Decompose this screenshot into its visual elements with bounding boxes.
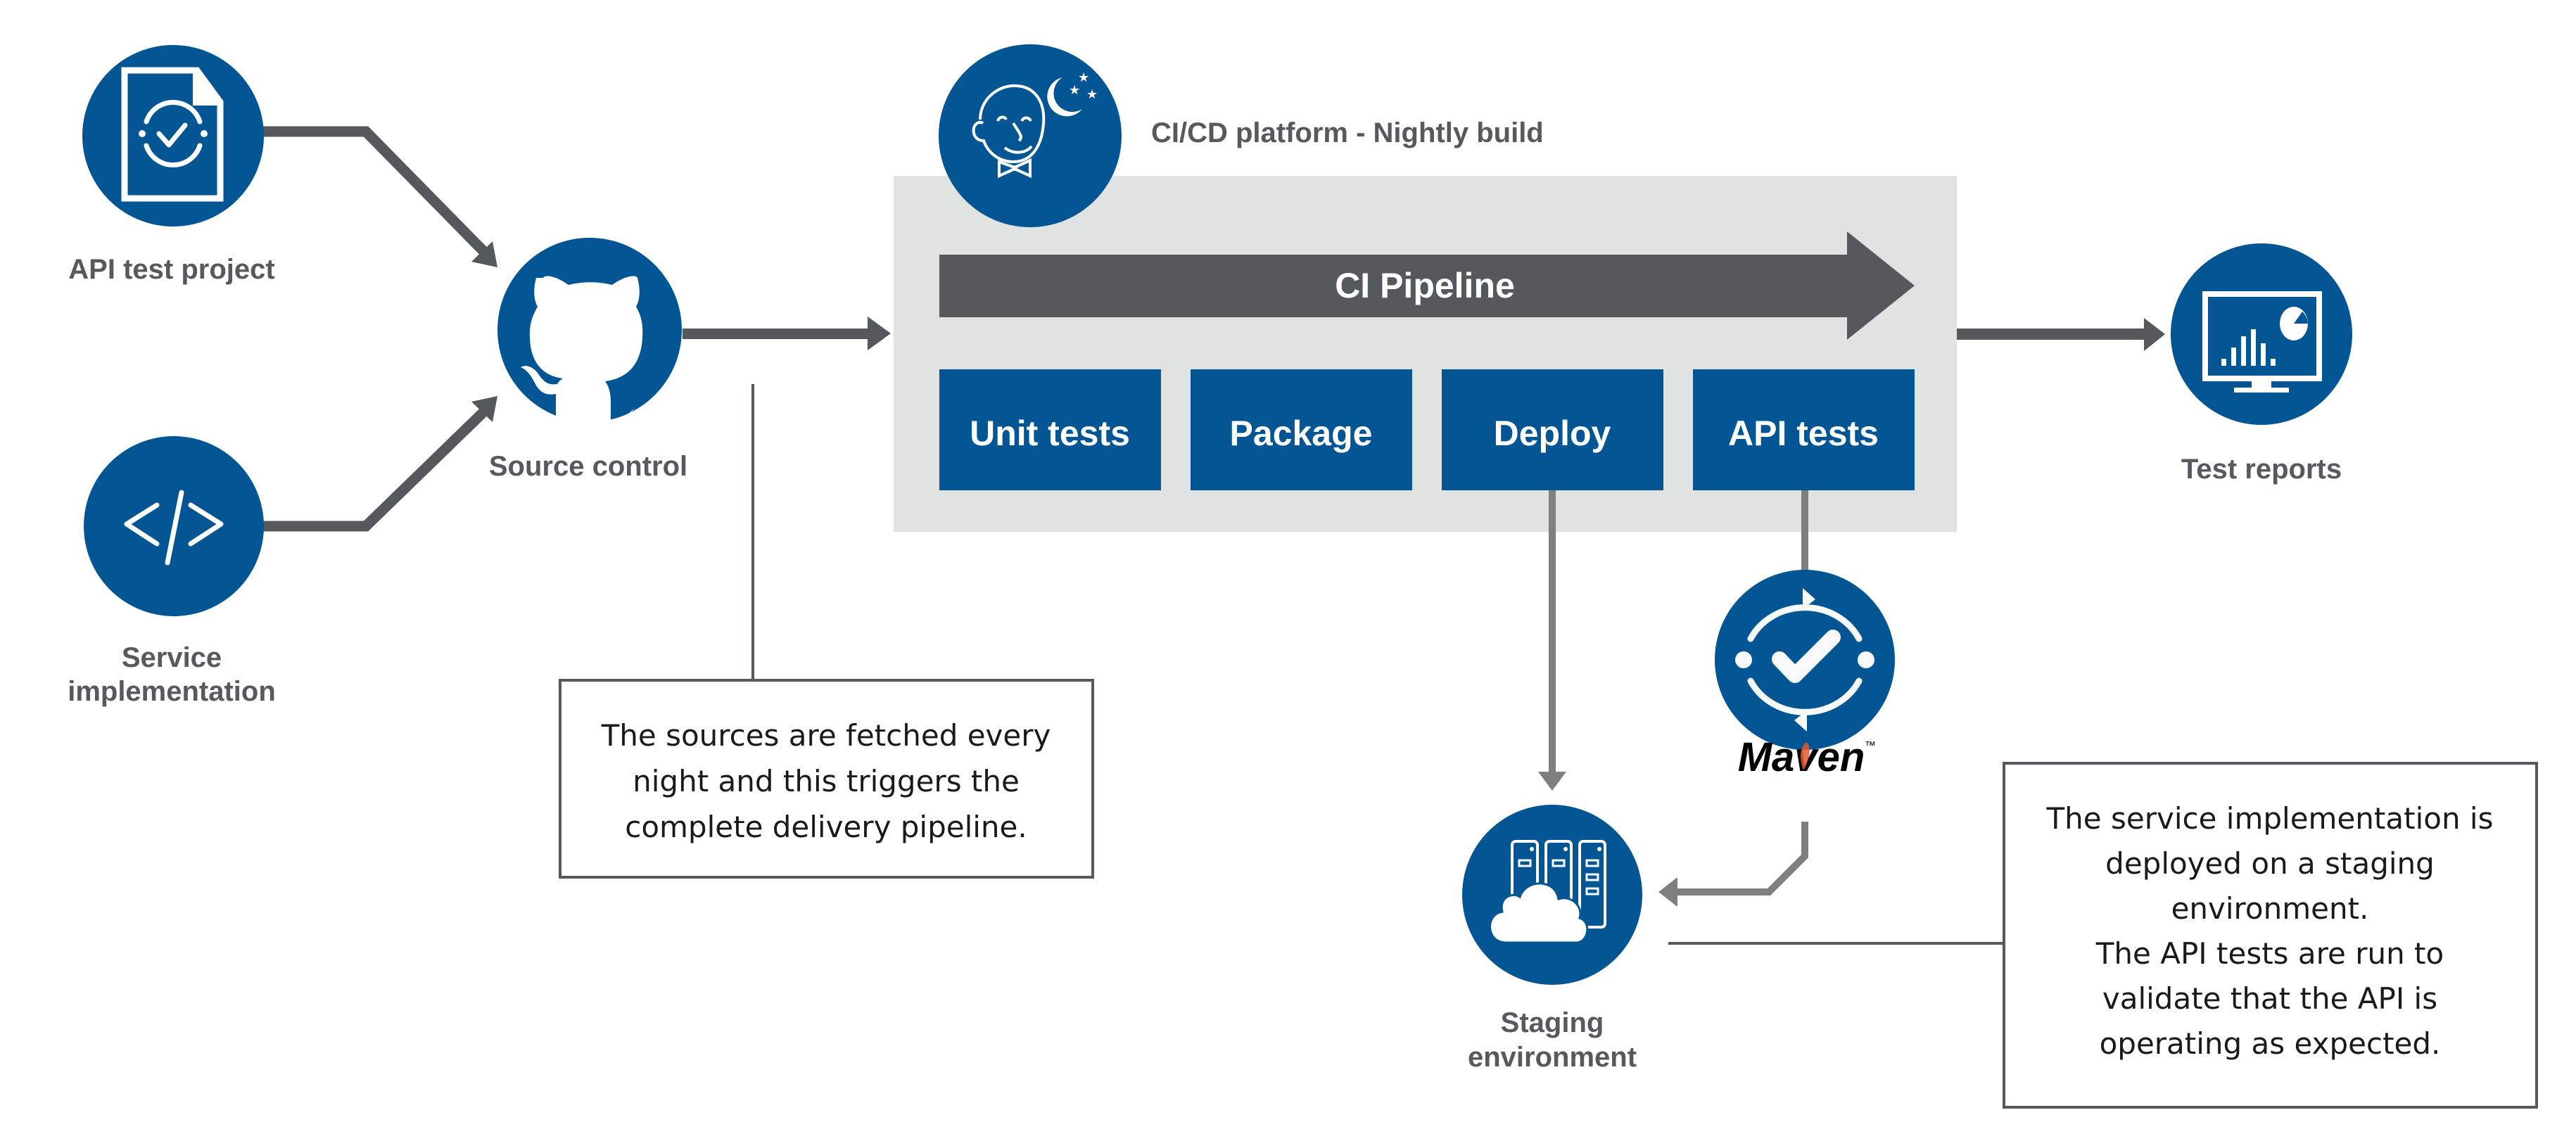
svg-text:★: ★ [1069,83,1080,98]
stage-label: Deploy [1494,414,1611,453]
node-source-control[interactable]: Source control [489,238,687,482]
node-test-reports[interactable]: Test reports [2171,243,2352,485]
note-line: validate that the API is [2102,981,2437,1016]
service-implementation-label-line2: implementation [68,676,276,707]
note-line: operating as expected. [2100,1026,2441,1061]
stage-package[interactable]: Package [1191,369,1412,490]
arrow-source-to-pipeline [683,317,891,350]
staging-label-line2: environment [1468,1042,1637,1073]
service-implementation-label-line1: Service [122,642,222,673]
node-maven[interactable]: Maven ™ [1715,570,1895,780]
note-line: complete delivery pipeline. [625,810,1027,844]
ci-platform-label: CI/CD platform - Nightly build [1151,117,1544,148]
arrow-api-project-to-source [262,126,497,267]
maven-trademark: ™ [1865,740,1876,752]
note-staging: The service implementation is deployed o… [2003,762,2538,1109]
stage-deploy[interactable]: Deploy [1442,369,1663,490]
ci-pipeline-label: CI Pipeline [1335,266,1515,305]
note-line: environment. [2171,891,2369,926]
stage-label: Package [1230,414,1373,453]
diagram-canvas: CI Pipeline Unit tests Package Deploy AP… [68,44,2538,1109]
stage-label: Unit tests [970,414,1130,453]
note-line: The API tests are run to [2095,936,2444,971]
note-line: deployed on a staging [2105,846,2435,881]
note-sources: The sources are fetched every night and … [559,679,1094,879]
svg-text:★: ★ [1086,87,1098,102]
test-reports-label: Test reports [2181,454,2342,485]
node-service-implementation[interactable]: Service implementation [68,436,276,707]
staging-label-line1: Staging [1501,1007,1604,1038]
arrow-maven-to-staging [1658,822,1808,907]
maven-logo: Maven ™ [1738,734,1876,780]
note-line: night and this triggers the [633,764,1020,798]
source-control-label: Source control [489,451,687,482]
note-line: The service implementation is [2046,801,2494,836]
arrow-service-to-source [262,396,497,532]
stage-unit-tests[interactable]: Unit tests [939,369,1161,490]
stage-api-tests[interactable]: API tests [1693,369,1915,490]
node-staging-environment[interactable]: Staging environment [1462,805,1642,1073]
arrow-deploy-to-staging [1538,490,1566,791]
connector-api-tests-to-maven [1801,490,1808,571]
node-api-test-project[interactable]: API test project [68,45,275,285]
arrow-pipeline-to-reports [1957,318,2165,351]
api-test-project-label: API test project [68,254,274,285]
note-line: The sources are fetched every [601,718,1051,753]
stage-label: API tests [1728,414,1879,453]
